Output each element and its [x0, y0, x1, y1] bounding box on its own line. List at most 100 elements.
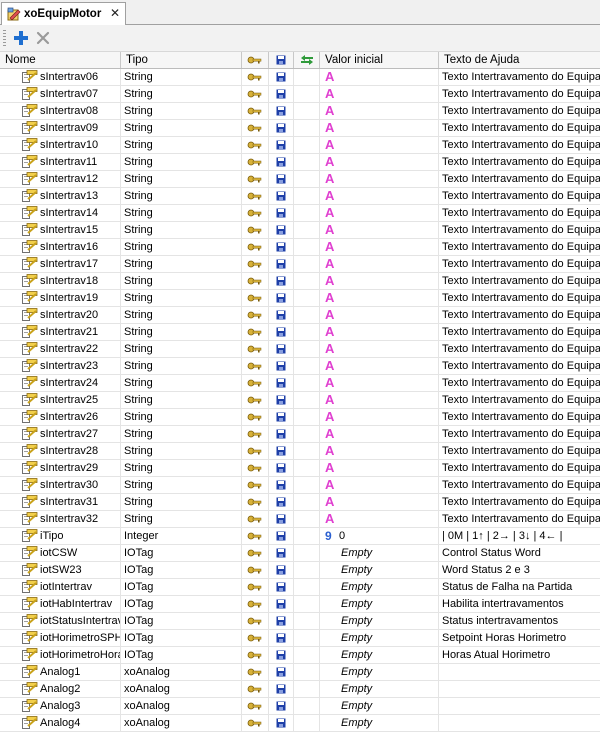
save-icon[interactable]: [269, 579, 294, 595]
table-row[interactable]: iotSW23 IOTag Empty Word Status 2 e 3: [0, 562, 600, 579]
initial-value[interactable]: Empty: [341, 596, 372, 612]
property-type[interactable]: String: [121, 426, 242, 442]
key-icon[interactable]: [242, 596, 269, 612]
help-text[interactable]: Horas Atual Horimetro: [439, 647, 600, 663]
help-text[interactable]: Habilita intertravamentos: [439, 596, 600, 612]
help-text[interactable]: Texto Intertravamento do Equipa: [439, 171, 600, 187]
key-icon[interactable]: [242, 341, 269, 357]
help-text[interactable]: Texto Intertravamento do Equipa: [439, 477, 600, 493]
save-icon[interactable]: [269, 562, 294, 578]
save-icon[interactable]: [269, 664, 294, 680]
retentive-cell[interactable]: [294, 307, 320, 323]
table-row[interactable]: sIntertrav13 String A Texto Intertravamento…: [0, 188, 600, 205]
table-row[interactable]: iotHorimetroHoras IOTag Empty Horas Atual H…: [0, 647, 600, 664]
property-type[interactable]: xoAnalog: [121, 681, 242, 697]
key-icon[interactable]: [242, 171, 269, 187]
retentive-cell[interactable]: [294, 341, 320, 357]
initial-value-cell[interactable]: A: [320, 256, 439, 272]
property-type[interactable]: String: [121, 137, 242, 153]
initial-value-cell[interactable]: Empty: [320, 698, 439, 714]
initial-value-cell[interactable]: A: [320, 341, 439, 357]
property-name[interactable]: sIntertrav21: [38, 324, 121, 340]
table-row[interactable]: iotHorimetroSPHorasIOTag Empty Setpoint Ho…: [0, 630, 600, 647]
property-type[interactable]: String: [121, 511, 242, 527]
save-icon[interactable]: [269, 222, 294, 238]
retentive-cell[interactable]: [294, 562, 320, 578]
property-type[interactable]: String: [121, 443, 242, 459]
property-name[interactable]: sIntertrav26: [38, 409, 121, 425]
retentive-cell[interactable]: [294, 69, 320, 85]
help-text[interactable]: [439, 698, 600, 714]
initial-value-cell[interactable]: A: [320, 494, 439, 510]
property-name[interactable]: sIntertrav10: [38, 137, 121, 153]
initial-value[interactable]: Empty: [341, 715, 372, 731]
property-name[interactable]: iotHabIntertrav: [38, 596, 121, 612]
initial-value[interactable]: Empty: [341, 698, 372, 714]
property-name[interactable]: sIntertrav11: [38, 154, 121, 170]
property-name[interactable]: sIntertrav06: [38, 69, 121, 85]
property-type[interactable]: String: [121, 120, 242, 136]
initial-value[interactable]: Empty: [341, 613, 372, 629]
property-name[interactable]: sIntertrav28: [38, 443, 121, 459]
table-row[interactable]: sIntertrav11 String A Texto Intertravamento…: [0, 154, 600, 171]
initial-value-cell[interactable]: A: [320, 222, 439, 238]
property-type[interactable]: String: [121, 171, 242, 187]
retentive-cell[interactable]: [294, 579, 320, 595]
retentive-cell[interactable]: [294, 358, 320, 374]
key-icon[interactable]: [242, 579, 269, 595]
save-icon[interactable]: [269, 698, 294, 714]
initial-value-cell[interactable]: Empty: [320, 613, 439, 629]
retentive-cell[interactable]: [294, 494, 320, 510]
property-name[interactable]: sIntertrav30: [38, 477, 121, 493]
key-icon[interactable]: [242, 375, 269, 391]
property-name[interactable]: sIntertrav17: [38, 256, 121, 272]
table-row[interactable]: sIntertrav08 String A Texto Intertravamento…: [0, 103, 600, 120]
retentive-cell[interactable]: [294, 613, 320, 629]
property-name[interactable]: sIntertrav14: [38, 205, 121, 221]
property-type[interactable]: IOTag: [121, 579, 242, 595]
help-text[interactable]: Texto Intertravamento do Equipa: [439, 392, 600, 408]
save-icon[interactable]: [269, 477, 294, 493]
property-name[interactable]: sIntertrav09: [38, 120, 121, 136]
property-name[interactable]: Analog3: [38, 698, 121, 714]
initial-value-cell[interactable]: A: [320, 103, 439, 119]
table-row[interactable]: iotIntertrav IOTag Empty Status de Falha na…: [0, 579, 600, 596]
retentive-cell[interactable]: [294, 103, 320, 119]
save-icon[interactable]: [269, 239, 294, 255]
save-icon[interactable]: [269, 681, 294, 697]
property-name[interactable]: iotSW23: [38, 562, 121, 578]
help-text[interactable]: [439, 664, 600, 680]
property-name[interactable]: sIntertrav20: [38, 307, 121, 323]
table-row[interactable]: sIntertrav17 String A Texto Intertravamento…: [0, 256, 600, 273]
help-text[interactable]: Word Status 2 e 3: [439, 562, 600, 578]
table-row[interactable]: sIntertrav26 String A Texto Intertravamento…: [0, 409, 600, 426]
save-icon[interactable]: [269, 154, 294, 170]
key-icon[interactable]: [242, 103, 269, 119]
key-icon[interactable]: [242, 647, 269, 663]
property-name[interactable]: Analog2: [38, 681, 121, 697]
retentive-cell[interactable]: [294, 392, 320, 408]
column-key[interactable]: [242, 52, 269, 68]
property-type[interactable]: String: [121, 290, 242, 306]
retentive-cell[interactable]: [294, 596, 320, 612]
property-type[interactable]: String: [121, 375, 242, 391]
table-row[interactable]: sIntertrav14 String A Texto Intertravamento…: [0, 205, 600, 222]
initial-value-cell[interactable]: A: [320, 307, 439, 323]
initial-value-cell[interactable]: A: [320, 409, 439, 425]
initial-value[interactable]: 0: [339, 528, 345, 544]
retentive-cell[interactable]: [294, 460, 320, 476]
property-name[interactable]: sIntertrav16: [38, 239, 121, 255]
property-name[interactable]: Analog1: [38, 664, 121, 680]
key-icon[interactable]: [242, 137, 269, 153]
initial-value-cell[interactable]: A: [320, 205, 439, 221]
key-icon[interactable]: [242, 664, 269, 680]
help-text[interactable]: Status de Falha na Partida: [439, 579, 600, 595]
property-name[interactable]: sIntertrav13: [38, 188, 121, 204]
table-row[interactable]: sIntertrav31 String A Texto Intertravamento…: [0, 494, 600, 511]
key-icon[interactable]: [242, 528, 269, 544]
column-valor-inicial[interactable]: Valor inicial: [320, 52, 439, 68]
help-text[interactable]: Texto Intertravamento do Equipa: [439, 324, 600, 340]
initial-value-cell[interactable]: A: [320, 443, 439, 459]
save-icon[interactable]: [269, 86, 294, 102]
help-text[interactable]: Texto Intertravamento do Equipa: [439, 290, 600, 306]
